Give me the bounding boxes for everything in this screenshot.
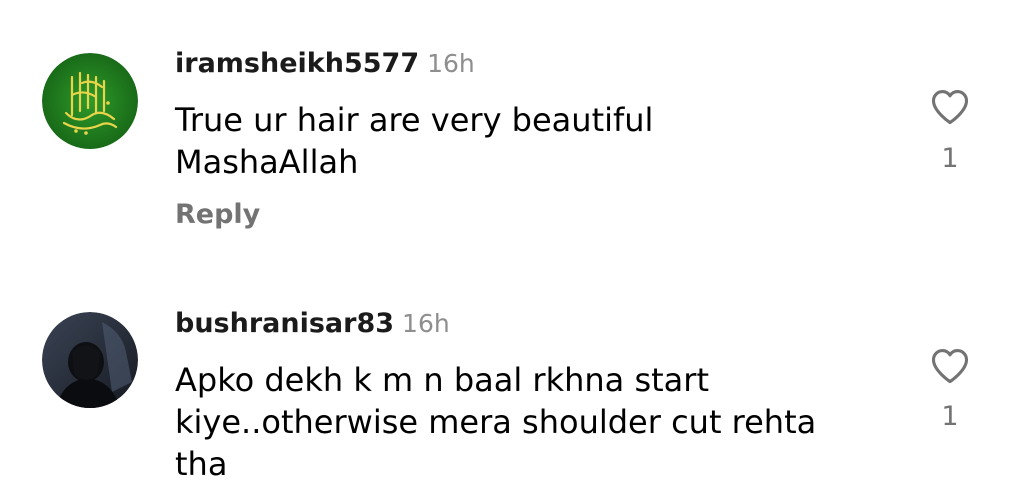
comment-text-line: MashaAllah <box>175 143 359 181</box>
dark-portrait-avatar-icon <box>42 312 138 408</box>
comment-text: True ur hair are very beautiful MashaAll… <box>175 99 875 183</box>
comment-text-line: True ur hair are very beautiful <box>175 101 654 139</box>
comment-text-line: tha <box>175 445 228 483</box>
comment-header: iramsheikh5577 16h <box>175 48 475 79</box>
comment-item: iramsheikh5577 16h True ur hair are very … <box>0 0 1024 260</box>
comment-text: Apko dekh k m n baal rkhna start kiye..o… <box>175 359 875 485</box>
heart-outline-icon[interactable] <box>928 344 972 388</box>
avatar[interactable] <box>42 53 138 149</box>
comment-text-line: kiye..otherwise mera shoulder cut rehta <box>175 403 817 441</box>
timestamp: 16h <box>402 309 450 338</box>
username[interactable]: bushranisar83 <box>175 308 394 339</box>
heart-outline-icon[interactable] <box>928 85 972 129</box>
username[interactable]: iramsheikh5577 <box>175 48 419 79</box>
comment-header: bushranisar83 16h <box>175 308 450 339</box>
avatar[interactable] <box>42 312 138 408</box>
reply-button[interactable]: Reply <box>175 199 260 230</box>
timestamp: 16h <box>427 49 475 78</box>
arabic-calligraphy-avatar-icon <box>42 53 138 149</box>
like-count: 1 <box>941 143 959 174</box>
comment-item: bushranisar83 16h Apko dekh k m n baal rk… <box>0 260 1024 499</box>
comment-text-line: Apko dekh k m n baal rkhna start <box>175 361 709 399</box>
like-count: 1 <box>941 401 959 432</box>
